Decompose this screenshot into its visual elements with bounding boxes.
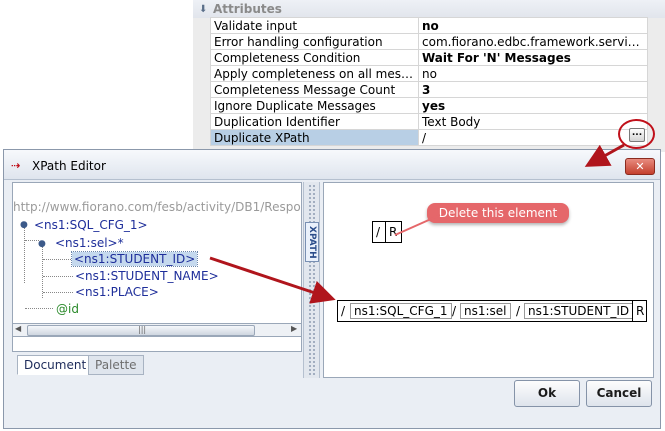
xpath-root-box[interactable]: / R <box>372 221 402 243</box>
tree-node-id-attribute[interactable]: @id <box>56 302 79 316</box>
xpath-slash: / <box>376 225 381 239</box>
close-button[interactable]: ✕ <box>625 158 655 175</box>
tab-palette[interactable]: Palette <box>88 355 144 375</box>
tree-root-url[interactable]: http://www.fiorano.com/fesb/activity/DB1… <box>13 200 301 214</box>
tree-connector <box>25 240 39 241</box>
cancel-button[interactable]: Cancel <box>586 380 652 407</box>
property-row[interactable]: Error handling configuration com.fiorano… <box>210 33 648 50</box>
tree-connector <box>43 276 73 277</box>
expand-toggle-icon[interactable]: ● <box>20 220 28 230</box>
xpath-slash: / <box>341 304 346 318</box>
xpath-step-student-id[interactable]: ns1:STUDENT_ID <box>524 303 634 319</box>
tree-node-sql-cfg[interactable]: <ns1:SQL_CFG_1> <box>34 218 148 232</box>
attributes-title: Attributes <box>213 2 282 16</box>
attributes-panel: ⬇ Attributes Validate input no Error han… <box>193 0 665 152</box>
attributes-section-header[interactable]: ⬇ Attributes <box>193 0 665 18</box>
property-row[interactable]: Completeness Condition Wait For 'N' Mess… <box>210 49 648 66</box>
scroll-right-icon[interactable]: ▶ <box>291 324 297 333</box>
annotation-circle <box>618 119 655 149</box>
tree-connector <box>43 259 71 260</box>
tree-connector <box>42 243 43 298</box>
property-row[interactable]: Completeness Message Count 3 <box>210 81 648 98</box>
panel-splitter[interactable] <box>303 182 320 378</box>
grip-icon: ||| <box>138 325 147 334</box>
property-key: Apply completeness on all messag... <box>210 65 419 82</box>
tree-connector <box>43 292 73 293</box>
tree-node-student-id[interactable]: <ns1:STUDENT_ID> <box>70 251 199 267</box>
property-key: Validate input <box>210 17 419 34</box>
expand-toggle-icon[interactable]: ● <box>38 239 46 249</box>
xpath-step-sql-cfg[interactable]: ns1:SQL_CFG_1 <box>350 303 452 319</box>
property-key: Duplicate XPath <box>210 129 419 146</box>
property-key: Completeness Message Count <box>210 81 419 98</box>
property-row-selected[interactable]: Duplicate XPath / <box>210 129 648 146</box>
xpath-r-token[interactable]: R <box>385 222 400 242</box>
tree-horizontal-scrollbar[interactable]: ◀ ||| ▶ <box>12 323 302 337</box>
property-key: Completeness Condition <box>210 49 419 66</box>
attributes-table: Validate input no Error handling configu… <box>210 17 648 146</box>
tab-document[interactable]: Document <box>17 355 94 375</box>
property-value[interactable]: com.fiorano.edbc.framework.service.c... <box>418 33 648 50</box>
property-row[interactable]: Apply completeness on all messag... no <box>210 65 648 82</box>
scroll-left-icon[interactable]: ◀ <box>15 324 21 333</box>
xpath-editor-dialog: ⇢ XPath Editor ✕ http://www.fiorano.com/… <box>3 149 661 429</box>
tree-connector <box>24 223 25 283</box>
dialog-titlebar[interactable]: ⇢ XPath Editor ✕ <box>4 150 660 180</box>
tree-node-sel[interactable]: <ns1:sel>* <box>55 236 124 250</box>
xpath-editor-icon: ⇢ <box>11 159 21 172</box>
pin-icon: ⬇ <box>199 4 208 15</box>
property-value[interactable]: no <box>418 17 648 34</box>
property-key: Ignore Duplicate Messages <box>210 97 419 114</box>
scrollbar-thumb[interactable]: ||| <box>27 325 255 336</box>
property-value[interactable]: no <box>418 65 648 82</box>
xpath-side-tab[interactable]: XPATH <box>305 222 319 262</box>
xpath-path-box[interactable]: / ns1:SQL_CFG_1 / ns1:sel / ns1:STUDENT_… <box>337 300 647 322</box>
xpath-slash: / <box>516 304 521 318</box>
xpath-r-token[interactable]: R <box>632 301 647 321</box>
property-value[interactable]: Wait For 'N' Messages <box>418 49 648 66</box>
tree-node-place[interactable]: <ns1:PLACE> <box>75 285 159 299</box>
property-value[interactable]: yes <box>418 97 648 114</box>
property-key: Duplication Identifier <box>210 113 419 130</box>
dialog-title: XPath Editor <box>32 159 106 173</box>
delete-element-callout: Delete this element <box>427 203 569 223</box>
property-value[interactable]: 3 <box>418 81 648 98</box>
property-key: Error handling configuration <box>210 33 419 50</box>
property-value[interactable]: / <box>418 129 648 146</box>
tree-node-student-name[interactable]: <ns1:STUDENT_NAME> <box>75 269 219 283</box>
splitter-grip <box>308 184 316 376</box>
property-row[interactable]: Duplication Identifier Text Body <box>210 113 648 130</box>
property-row[interactable]: Ignore Duplicate Messages yes <box>210 97 648 114</box>
property-value[interactable]: Text Body <box>418 113 648 130</box>
tree-connector <box>25 308 53 309</box>
xpath-slash: / <box>452 304 457 318</box>
xpath-step-sel[interactable]: ns1:sel <box>460 303 511 319</box>
ok-button[interactable]: Ok <box>514 380 580 407</box>
property-row[interactable]: Validate input no <box>210 17 648 34</box>
